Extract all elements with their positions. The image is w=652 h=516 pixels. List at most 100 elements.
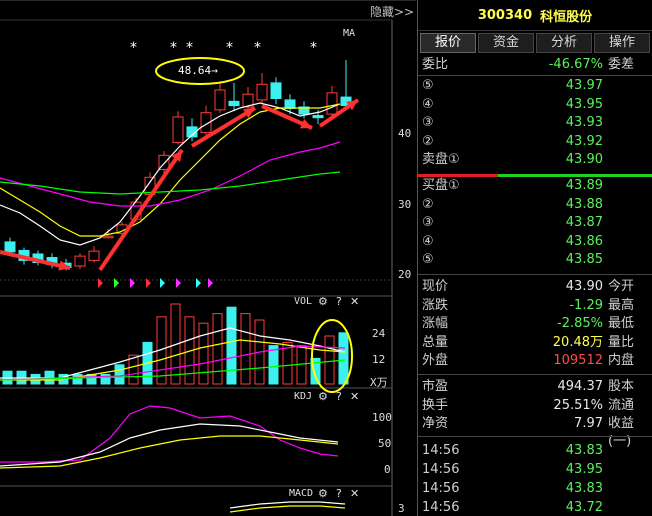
tick-row: 14:56 43.83 bbox=[418, 480, 652, 498]
ask-row-3[interactable]: ③ 43.93 bbox=[418, 114, 652, 132]
vol-help-icon[interactable]: ? bbox=[336, 295, 342, 308]
ask-row-2-label: ② bbox=[422, 133, 434, 149]
volume-bar bbox=[338, 332, 349, 385]
kdj-tick-50: 50 bbox=[378, 437, 392, 450]
ask-row-1-value: 43.90 bbox=[565, 152, 603, 167]
separator bbox=[418, 436, 652, 437]
fund-row-1[interactable]: 换手 25.51% 流通 bbox=[418, 397, 652, 415]
marker-star: * bbox=[310, 40, 317, 56]
macd-gear-icon[interactable]: ⚙ bbox=[318, 487, 328, 500]
tab-quote[interactable]: 报价 bbox=[420, 33, 476, 53]
bid-row-2-value: 43.88 bbox=[565, 196, 603, 212]
tick-row: 14:56 43.83 bbox=[418, 442, 652, 460]
candle-body bbox=[256, 83, 268, 101]
fund-row-2-label: 净资 bbox=[422, 416, 449, 431]
ma-label: MA bbox=[343, 28, 356, 39]
candle-body bbox=[172, 116, 184, 144]
volume-bar bbox=[212, 313, 223, 385]
marker-star: * bbox=[254, 40, 261, 56]
quote-row-4[interactable]: 外盘 109512 内盘 bbox=[418, 352, 652, 370]
fund-row-1-label: 换手 bbox=[422, 397, 449, 413]
macd-help-icon[interactable]: ? bbox=[336, 487, 342, 500]
macd-title: MACD bbox=[289, 488, 314, 499]
ask-row-4[interactable]: ④ 43.95 bbox=[418, 96, 652, 114]
tick-time: 14:56 bbox=[422, 481, 460, 496]
candle-body bbox=[74, 255, 86, 267]
vol-tick-12: 12 bbox=[372, 353, 386, 366]
quote-row-1-label: 涨跌 bbox=[422, 297, 449, 313]
kdj-close-icon[interactable]: ✕ bbox=[350, 390, 359, 403]
kline-chart-svg[interactable]: * * * * * * bbox=[0, 0, 416, 516]
tab-funds[interactable]: 资金 bbox=[478, 33, 534, 53]
bid-row-1-label: 买盘① bbox=[422, 178, 460, 193]
ask-row-4-label: ④ bbox=[422, 96, 434, 112]
kdj-k-line bbox=[0, 423, 339, 467]
quote-row-0-value: 43.90 bbox=[565, 279, 603, 294]
hide-panel-button[interactable]: 隐藏>> bbox=[370, 3, 414, 20]
ask-row-4-value: 43.95 bbox=[565, 96, 603, 112]
stock-code: 300340 bbox=[477, 7, 533, 23]
volume-bar bbox=[268, 345, 279, 385]
weibi-row-unit: 委差 bbox=[608, 57, 635, 72]
ask-row-5-label: ⑤ bbox=[422, 78, 434, 93]
candle-body bbox=[228, 100, 240, 107]
ask-row-1[interactable]: 卖盘① 43.90 bbox=[418, 151, 652, 169]
candle-body bbox=[312, 115, 324, 119]
candle-body bbox=[326, 92, 338, 115]
kdj-tick-100: 100 bbox=[372, 411, 392, 424]
ma60-line bbox=[0, 171, 341, 195]
fund-row-2[interactable]: 净资 7.97 收益(一) bbox=[418, 415, 652, 449]
bid-row-3[interactable]: ③ 43.87 bbox=[418, 214, 652, 232]
volume-bar bbox=[324, 335, 335, 385]
quote-row-4-value: 109512 bbox=[553, 353, 603, 368]
bid-row-5[interactable]: ⑤ 43.85 bbox=[418, 251, 652, 269]
weibi-row[interactable]: 委比 -46.67% 委差 bbox=[418, 56, 652, 74]
quote-row-2-value: -2.85% bbox=[557, 316, 603, 331]
quote-row-2-unit: 最低 bbox=[608, 316, 635, 331]
bid-row-4-value: 43.86 bbox=[565, 233, 603, 249]
fund-row-0[interactable]: 市盈 494.37 股本 bbox=[418, 378, 652, 396]
stock-name: 科恒股份 bbox=[540, 9, 593, 25]
kline-chart-area[interactable]: * * * * * * 隐藏>> MA 40 30 20 VOL ⚙ ? ✕ 24 12 … bbox=[0, 0, 416, 516]
fund-row-1-value: 25.51% bbox=[553, 397, 603, 413]
tab-operate[interactable]: 操作 bbox=[594, 33, 650, 53]
bid-row-4-label: ④ bbox=[422, 233, 434, 249]
fund-row-0-value: 494.37 bbox=[557, 379, 604, 394]
candle-body bbox=[102, 235, 114, 239]
volume-bar bbox=[226, 306, 237, 385]
ask-row-5[interactable]: ⑤ 43.97 bbox=[418, 77, 652, 95]
quote-row-3[interactable]: 总量 20.48万 量比 bbox=[418, 334, 652, 352]
ask-row-2-value: 43.92 bbox=[565, 133, 603, 149]
separator bbox=[418, 374, 652, 375]
kdj-j-line bbox=[0, 405, 339, 463]
vol-gear-icon[interactable]: ⚙ bbox=[318, 295, 328, 308]
quote-row-1-unit: 最高 bbox=[608, 297, 635, 313]
kdj-help-icon[interactable]: ? bbox=[336, 390, 342, 403]
quote-row-0-unit: 今开 bbox=[608, 279, 635, 294]
quote-row-1-value: -1.29 bbox=[569, 297, 603, 313]
vol-unit: X万 bbox=[370, 376, 388, 389]
weibi-row-value: -46.67% bbox=[548, 57, 603, 72]
fund-row-0-unit: 股本 bbox=[608, 379, 635, 394]
tick-row: 14:56 43.72 bbox=[418, 499, 652, 516]
volume-bar bbox=[72, 373, 83, 385]
bid-row-1[interactable]: 买盘① 43.89 bbox=[418, 177, 652, 195]
macd-dea-line bbox=[229, 505, 346, 513]
quote-row-0[interactable]: 现价 43.90 今开 bbox=[418, 278, 652, 296]
bid-row-1-value: 43.89 bbox=[565, 178, 603, 193]
ask-row-3-label: ③ bbox=[422, 115, 434, 130]
kdj-gear-icon[interactable]: ⚙ bbox=[318, 390, 328, 403]
tab-analysis[interactable]: 分析 bbox=[536, 33, 592, 53]
bid-row-2[interactable]: ② 43.88 bbox=[418, 196, 652, 214]
tick-price: 43.95 bbox=[565, 462, 603, 477]
vol-close-icon[interactable]: ✕ bbox=[350, 295, 359, 308]
macd-close-icon[interactable]: ✕ bbox=[350, 487, 359, 500]
quote-row-1[interactable]: 涨跌 -1.29 最高 bbox=[418, 297, 652, 315]
ask-row-2[interactable]: ② 43.92 bbox=[418, 133, 652, 151]
separator bbox=[418, 274, 652, 275]
candle-body bbox=[270, 82, 282, 99]
bid-row-4[interactable]: ④ 43.86 bbox=[418, 233, 652, 251]
quote-row-2[interactable]: 涨幅 -2.85% 最低 bbox=[418, 315, 652, 333]
candle-body bbox=[214, 89, 226, 111]
separator bbox=[418, 75, 652, 76]
